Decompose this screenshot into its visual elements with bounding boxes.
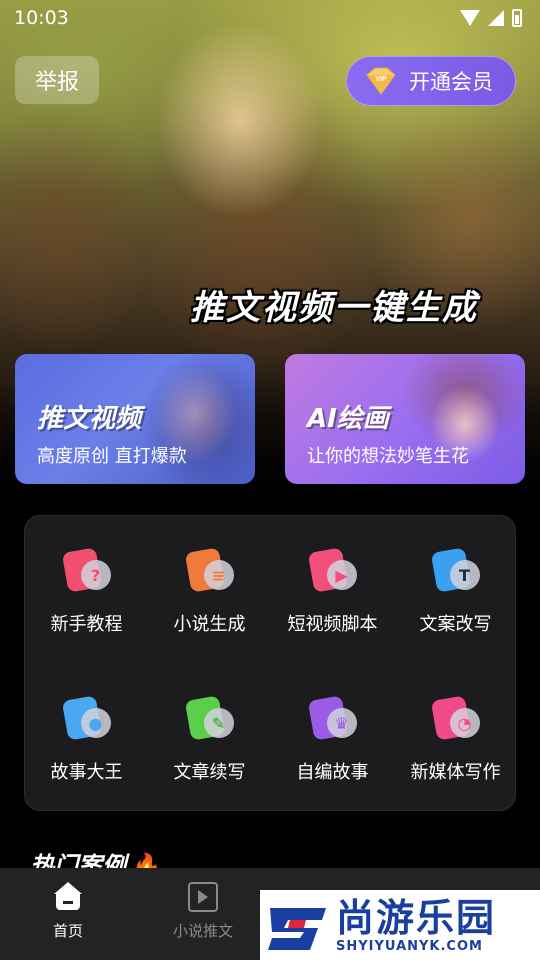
card-title: 推文视频 <box>37 404 142 434</box>
vip-badge-text: VIP <box>375 76 387 83</box>
video-icon <box>188 882 218 912</box>
tool-beginner-tutorial[interactable]: ? 新手教程 <box>25 516 148 636</box>
wifi-icon <box>460 10 480 26</box>
tool-label: 短视频脚本 <box>287 614 378 635</box>
battery-icon <box>512 9 522 27</box>
tools-panel: ? 新手教程 ≡ 小说生成 ▶ 短视频脚本 T 文案改写 ● 故事大王 ✎ 文章… <box>24 515 516 811</box>
vip-button[interactable]: VIP 开通会员 <box>346 56 516 106</box>
tool-article-continue[interactable]: ✎ 文章续写 <box>148 664 271 784</box>
bulb-icon: ● <box>59 695 115 744</box>
hero-slogan: 推文视频一键生成 <box>190 288 478 328</box>
nav-novel-promo[interactable]: 小说推文 <box>153 882 253 941</box>
card-subtitle: 高度原创 直打爆款 <box>37 446 187 467</box>
status-time: 10:03 <box>14 7 69 29</box>
tool-label: 文案改写 <box>419 614 492 635</box>
vip-label: 开通会员 <box>409 70 493 94</box>
tool-label: 新手教程 <box>50 614 123 635</box>
tool-label: 文章续写 <box>173 762 246 783</box>
tool-label: 故事大王 <box>50 762 123 783</box>
watermark-banner: 尚游乐园 SHYIYUANYK.COM <box>260 890 540 960</box>
signal-icon <box>488 10 504 26</box>
home-icon <box>53 882 83 912</box>
film-icon: ▶ <box>305 547 361 596</box>
chat-icon: ◔ <box>428 695 484 744</box>
tool-short-video-script[interactable]: ▶ 短视频脚本 <box>271 516 394 636</box>
watermark-cn: 尚游乐园 <box>336 895 497 940</box>
document-icon: ≡ <box>182 547 238 596</box>
text-icon: T <box>428 547 484 596</box>
report-button[interactable]: 举报 <box>15 56 99 104</box>
tool-story-king[interactable]: ● 故事大王 <box>25 664 148 784</box>
diamond-icon: VIP <box>363 67 399 95</box>
nav-label: 首页 <box>52 922 83 940</box>
tool-self-story[interactable]: ♛ 自编故事 <box>271 664 394 784</box>
tool-new-media-writing[interactable]: ◔ 新媒体写作 <box>394 664 517 784</box>
tool-label: 自编故事 <box>296 762 369 783</box>
tool-novel-generate[interactable]: ≡ 小说生成 <box>148 516 271 636</box>
report-label: 举报 <box>34 70 79 95</box>
tool-copy-rewrite[interactable]: T 文案改写 <box>394 516 517 636</box>
card-subtitle: 让你的想法妙笔生花 <box>307 446 469 467</box>
nav-home[interactable]: 首页 <box>18 882 118 941</box>
tool-label: 新媒体写作 <box>410 762 501 783</box>
tool-label: 小说生成 <box>173 614 246 635</box>
card-title: AI绘画 <box>307 404 389 434</box>
status-icons <box>460 9 522 27</box>
feature-card-ai-painting[interactable]: AI绘画 让你的想法妙笔生花 <box>285 354 525 484</box>
watermark-logo <box>268 908 326 950</box>
nav-label: 小说推文 <box>172 922 233 940</box>
crown-icon: ♛ <box>305 695 361 744</box>
question-icon: ? <box>59 547 115 596</box>
status-bar: 10:03 <box>0 0 540 36</box>
feature-card-video[interactable]: 推文视频 高度原创 直打爆款 <box>15 354 255 484</box>
watermark-en: SHYIYUANYK.COM <box>336 938 483 954</box>
watermark-text: 尚游乐园 SHYIYUANYK.COM <box>336 897 496 954</box>
pen-icon: ✎ <box>182 695 238 744</box>
